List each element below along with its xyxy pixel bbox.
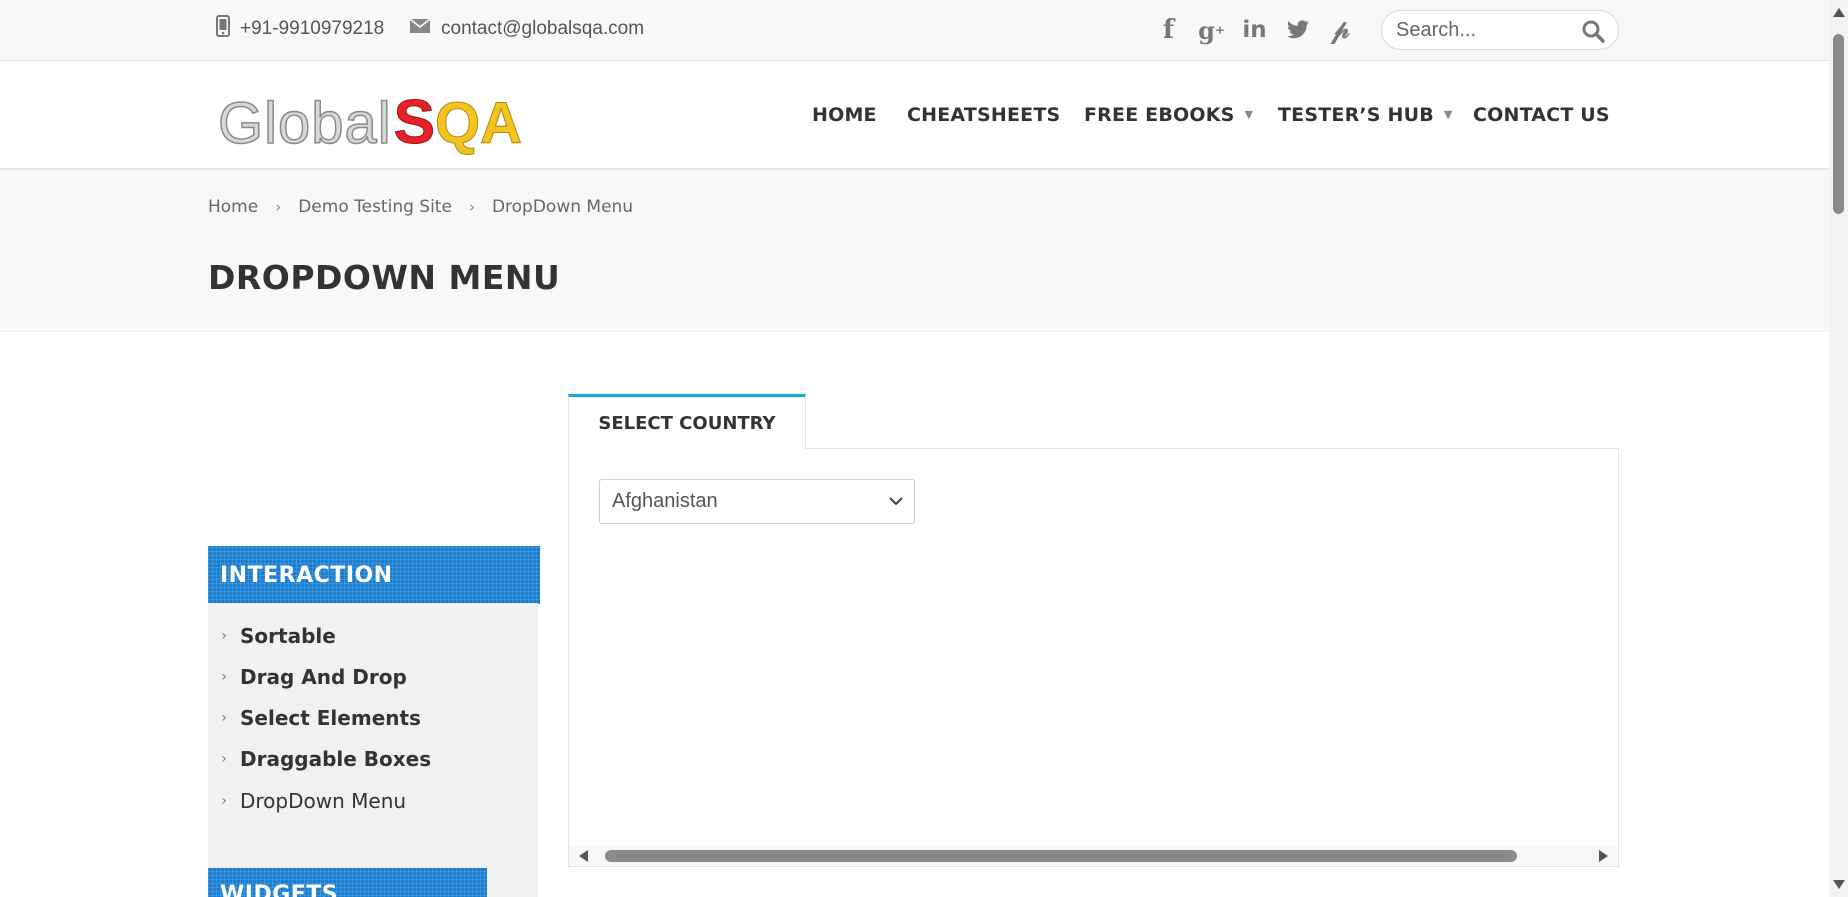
sidebar-interaction-list: › Sortable › Drag And Drop › Select Elem… (208, 603, 538, 897)
search-icon[interactable] (1581, 19, 1605, 48)
sidebar-item-dropdown-menu[interactable]: › DropDown Menu (208, 786, 406, 816)
breadcrumb-home[interactable]: Home (208, 197, 258, 217)
email-address[interactable]: contact@globalsqa.com (441, 18, 644, 40)
twitter-icon[interactable] (1283, 13, 1312, 47)
chevron-right-icon: › (221, 628, 227, 644)
breadcrumb-demo-testing-site[interactable]: Demo Testing Site (298, 197, 452, 217)
search-input[interactable] (1396, 18, 1576, 42)
vertical-scrollbar[interactable] (1829, 0, 1848, 897)
nav-home-wrap: HOME (812, 61, 877, 168)
nav-contact-us-wrap: CONTACT US (1473, 61, 1610, 168)
sidebar-item-draggable-boxes[interactable]: › Draggable Boxes (208, 744, 431, 774)
nav-home[interactable]: HOME (812, 104, 877, 126)
nav-cheatsheets[interactable]: CHEATSHEETS (907, 104, 1060, 126)
pinterest-icon[interactable]: 𝓅 (1326, 13, 1355, 47)
social-links: f g + in 𝓅 (1154, 13, 1355, 47)
nav-free-ebooks-wrap: FREE EBOOKS ▼ (1084, 61, 1253, 168)
sidebar-interaction-heading: INTERACTION (208, 546, 540, 604)
scroll-up-icon[interactable] (1833, 8, 1845, 17)
chevron-right-icon: › (221, 751, 227, 767)
sidebar-widgets-heading: WIDGETS (208, 868, 487, 897)
scrollbar-thumb[interactable] (1833, 34, 1844, 214)
top-bar: +91-9910979218 contact@globalsqa.com f g… (0, 0, 1829, 61)
nav-testers-hub[interactable]: TESTER’S HUB ▼ (1278, 104, 1453, 126)
envelope-icon (409, 18, 441, 40)
tab-select-country[interactable]: SELECT COUNTRY (568, 394, 806, 449)
google-plus-icon[interactable]: g + (1197, 13, 1226, 47)
phone-contact: +91-9910979218 (216, 0, 384, 58)
globalsqa-logo[interactable]: Global S QA (217, 87, 522, 158)
scroll-down-icon[interactable] (1833, 880, 1845, 889)
sidebar-item-select-elements[interactable]: › Select Elements (208, 703, 421, 733)
linkedin-icon[interactable]: in (1240, 13, 1269, 47)
tab-panel: Afghanistan (568, 448, 1619, 867)
country-select-value: Afghanistan (612, 490, 718, 512)
chevron-down-icon: ▼ (1443, 108, 1453, 121)
nav-contact-us[interactable]: CONTACT US (1473, 104, 1610, 126)
country-select[interactable]: Afghanistan (599, 479, 915, 524)
nav-testers-hub-wrap: TESTER’S HUB ▼ (1278, 61, 1453, 168)
scroll-right-icon[interactable] (1599, 850, 1608, 862)
email-contact[interactable]: contact@globalsqa.com (409, 0, 644, 58)
breadcrumb-separator-icon: › (468, 198, 475, 216)
breadcrumb-separator-icon: › (275, 198, 282, 216)
phone-number: +91-9910979218 (240, 18, 385, 39)
phone-icon (216, 15, 240, 43)
scroll-left-icon[interactable] (579, 850, 588, 862)
facebook-icon[interactable]: f (1154, 13, 1183, 47)
sidebar-item-sortable[interactable]: › Sortable (208, 621, 336, 651)
chevron-down-icon: ▼ (1244, 108, 1254, 121)
nav-free-ebooks[interactable]: FREE EBOOKS ▼ (1084, 104, 1253, 126)
scrollbar-thumb[interactable] (605, 850, 1517, 862)
site-header: Global S QA HOME CHEATSHEETS FREE EBOOKS… (0, 61, 1829, 170)
chevron-right-icon: › (221, 793, 227, 809)
nav-cheatsheets-wrap: CHEATSHEETS (907, 61, 1060, 168)
chevron-right-icon: › (221, 669, 227, 685)
page-title: DROPDOWN MENU (208, 258, 561, 297)
chevron-down-icon (888, 492, 904, 516)
search-box (1381, 10, 1619, 50)
breadcrumb-current: DropDown Menu (491, 197, 634, 217)
horizontal-scrollbar[interactable] (569, 846, 1618, 866)
page-title-area: Home › Demo Testing Site › DropDown Menu… (0, 170, 1829, 332)
breadcrumb: Home › Demo Testing Site › DropDown Menu (208, 197, 633, 217)
chevron-right-icon: › (221, 710, 227, 726)
sidebar-item-drag-and-drop[interactable]: › Drag And Drop (208, 662, 407, 692)
